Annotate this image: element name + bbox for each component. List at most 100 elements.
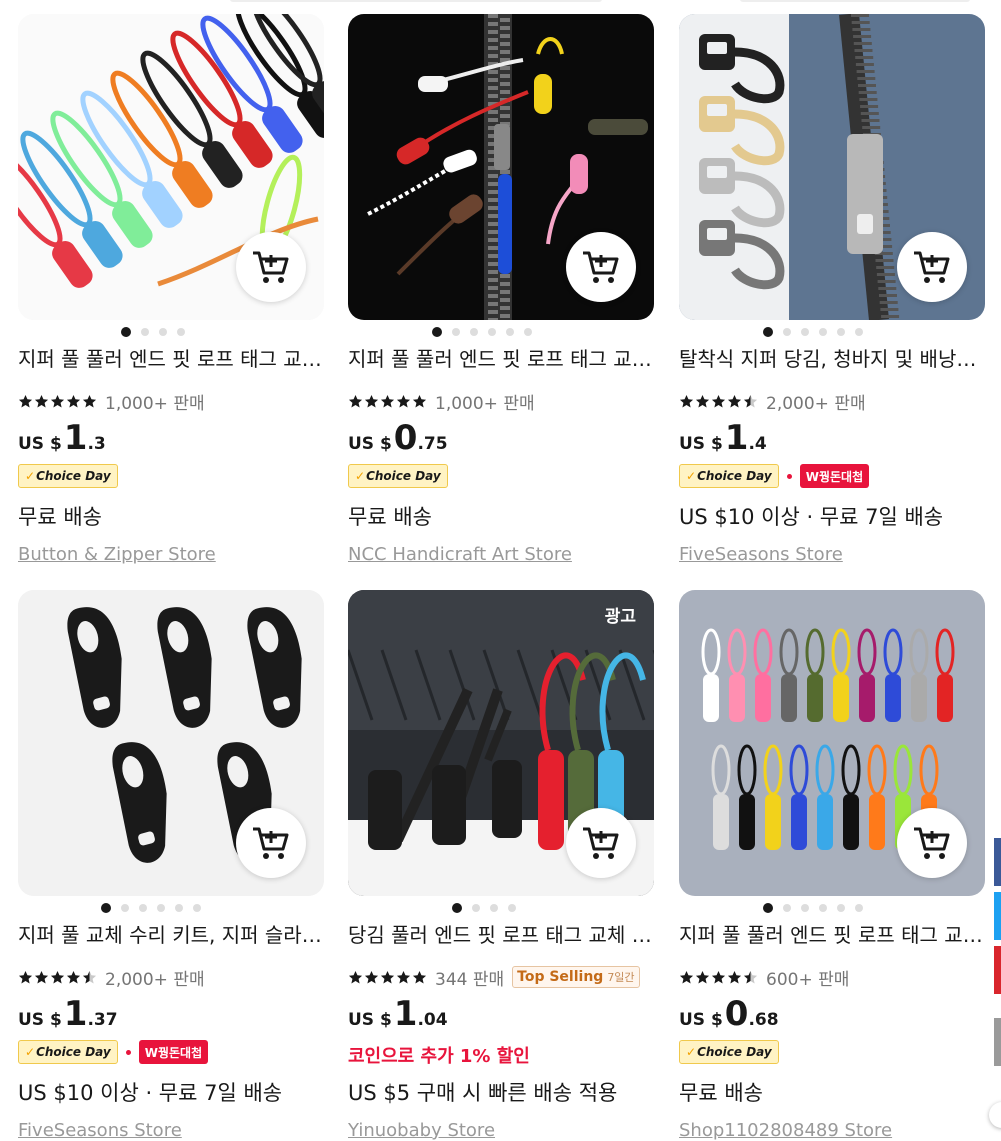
product-image[interactable] xyxy=(348,14,654,320)
product-card[interactable]: 탈착식 지퍼 당김, 청바지 및 배낭용 금속 지퍼 헤드 2,000+ 판매 … xyxy=(679,14,985,565)
add-to-cart-icon xyxy=(914,251,950,283)
image-carousel-dots xyxy=(452,902,516,914)
add-to-cart-button[interactable] xyxy=(897,232,967,302)
sold-count: 1,000+ 판매 xyxy=(435,393,535,414)
product-image[interactable] xyxy=(18,14,324,320)
add-to-cart-button[interactable] xyxy=(236,232,306,302)
product-title[interactable]: 지퍼 풀 풀러 엔드 핏 로프 태그 교체 클립 배낭 지퍼 헤드 xyxy=(348,344,654,374)
add-to-cart-button[interactable] xyxy=(566,808,636,878)
shipping-text: US $5 구매 시 빠른 배송 적용 xyxy=(348,1081,618,1105)
product-card[interactable]: 지퍼 풀 교체 수리 키트, 지퍼 슬라이더 탈착식 금속 2,000+ 판매 … xyxy=(18,590,324,1141)
product-title[interactable]: 탈착식 지퍼 당김, 청바지 및 배낭용 금속 지퍼 헤드 xyxy=(679,344,985,374)
carousel-dot[interactable] xyxy=(801,904,809,912)
product-image[interactable] xyxy=(679,590,985,896)
scroll-top-button[interactable] xyxy=(989,1102,1001,1128)
product-title[interactable]: 지퍼 풀 풀러 엔드 핏 로프 태그 교체 클립 가방 xyxy=(679,920,985,950)
store-link[interactable]: FiveSeasons Store xyxy=(679,544,843,565)
star-icon xyxy=(727,394,742,407)
carousel-dot[interactable] xyxy=(490,904,498,912)
star-icon xyxy=(711,970,726,983)
product-card[interactable]: 지퍼 풀 풀러 엔드 핏 로프 태그 교체 클립 배낭 지퍼 헤드 1,000+… xyxy=(348,14,654,565)
carousel-dot[interactable] xyxy=(175,904,183,912)
carousel-dot[interactable] xyxy=(157,904,165,912)
carousel-dot[interactable] xyxy=(488,328,496,336)
carousel-dot[interactable] xyxy=(452,328,460,336)
image-carousel-dots xyxy=(432,326,532,338)
price: US $1.3 xyxy=(18,418,106,458)
carousel-dot[interactable] xyxy=(121,327,131,337)
top-scroll-edge xyxy=(740,0,970,2)
store-link[interactable]: Shop1102808489 Store xyxy=(679,1120,892,1141)
rating-row: 1,000+ 판매 xyxy=(348,390,535,414)
carousel-dot[interactable] xyxy=(141,328,149,336)
carousel-dot[interactable] xyxy=(837,328,845,336)
carousel-dot[interactable] xyxy=(783,904,791,912)
product-card[interactable]: 지퍼 풀 풀러 엔드 핏 로프 태그 교체 클립 가방 600+ 판매 US $… xyxy=(679,590,985,1141)
product-title[interactable]: 지퍼 풀 교체 수리 키트, 지퍼 슬라이더 탈착식 금속 xyxy=(18,920,324,950)
star-icon xyxy=(18,970,33,983)
add-to-cart-icon xyxy=(583,251,619,283)
star-icon xyxy=(364,970,379,983)
facebook-share-tab[interactable] xyxy=(994,838,1001,886)
carousel-dot[interactable] xyxy=(139,904,147,912)
add-to-cart-button[interactable] xyxy=(236,808,306,878)
add-to-cart-button[interactable] xyxy=(566,232,636,302)
sold-count: 344 판매 xyxy=(435,969,505,990)
carousel-dot[interactable] xyxy=(101,903,111,913)
carousel-dot[interactable] xyxy=(470,328,478,336)
add-to-cart-button[interactable] xyxy=(897,808,967,878)
rating-row: 344 판매 Top Selling 7일간 xyxy=(348,966,640,990)
shipping-text: 무료 배송 xyxy=(679,1081,763,1105)
carousel-dot[interactable] xyxy=(783,328,791,336)
carousel-dot[interactable] xyxy=(819,904,827,912)
carousel-dot[interactable] xyxy=(763,903,773,913)
carousel-dot[interactable] xyxy=(472,904,480,912)
product-image[interactable] xyxy=(679,14,985,320)
twitter-share-tab[interactable] xyxy=(994,892,1001,940)
choice-day-badge: ✓ Choice Day xyxy=(679,1040,779,1064)
price: US $1.37 xyxy=(18,994,118,1034)
more-share-tab[interactable] xyxy=(994,1018,1001,1066)
star-icon xyxy=(364,394,379,407)
add-to-cart-icon xyxy=(583,827,619,859)
carousel-dot[interactable] xyxy=(524,328,532,336)
promo-badge: W꿩돈대첩 xyxy=(138,1040,209,1064)
pinterest-share-tab[interactable] xyxy=(994,946,1001,994)
image-carousel-dots xyxy=(101,902,201,914)
rating-stars xyxy=(18,394,97,409)
carousel-dot[interactable] xyxy=(763,327,773,337)
carousel-dot[interactable] xyxy=(801,328,809,336)
product-title[interactable]: 지퍼 풀 풀러 엔드 핏 로프 태그 교체 클립 스포츠 가방 지퍼 헤드 xyxy=(18,344,324,374)
product-image[interactable] xyxy=(18,590,324,896)
rating-stars xyxy=(679,970,758,985)
shipping-text: US $10 이상 · 무료 7일 배송 xyxy=(18,1081,283,1105)
carousel-dot[interactable] xyxy=(177,328,185,336)
product-title[interactable]: 당김 풀러 엔드 핏 로프 태그 교체 클립 배낭 가방 xyxy=(348,920,654,950)
store-link[interactable]: Yinuobaby Store xyxy=(348,1120,495,1141)
carousel-dot[interactable] xyxy=(121,904,129,912)
store-link[interactable]: NCC Handicraft Art Store xyxy=(348,544,572,565)
top-scroll-edge xyxy=(230,0,602,2)
star-icon xyxy=(82,970,97,983)
carousel-dot[interactable] xyxy=(855,328,863,336)
choice-day-badge: ✓ Choice Day xyxy=(348,464,448,488)
store-link[interactable]: FiveSeasons Store xyxy=(18,1120,182,1141)
carousel-dot[interactable] xyxy=(508,904,516,912)
rating-stars xyxy=(679,394,758,409)
product-card[interactable]: 광고 당김 풀러 엔드 핏 로프 태그 교체 클립 배낭 가방 344 판매 T… xyxy=(348,590,654,1141)
carousel-dot[interactable] xyxy=(159,328,167,336)
star-icon xyxy=(679,394,694,407)
carousel-dot[interactable] xyxy=(506,328,514,336)
product-image[interactable]: 광고 xyxy=(348,590,654,896)
carousel-dot[interactable] xyxy=(855,904,863,912)
carousel-dot[interactable] xyxy=(432,327,442,337)
store-link[interactable]: Button & Zipper Store xyxy=(18,544,216,565)
carousel-dot[interactable] xyxy=(193,904,201,912)
product-card[interactable]: 지퍼 풀 풀러 엔드 핏 로프 태그 교체 클립 스포츠 가방 지퍼 헤드 1,… xyxy=(18,14,324,565)
star-icon xyxy=(380,970,395,983)
carousel-dot[interactable] xyxy=(837,904,845,912)
carousel-dot[interactable] xyxy=(452,903,462,913)
price: US $1.4 xyxy=(679,418,767,458)
carousel-dot[interactable] xyxy=(819,328,827,336)
rating-row: 2,000+ 판매 xyxy=(18,966,205,990)
